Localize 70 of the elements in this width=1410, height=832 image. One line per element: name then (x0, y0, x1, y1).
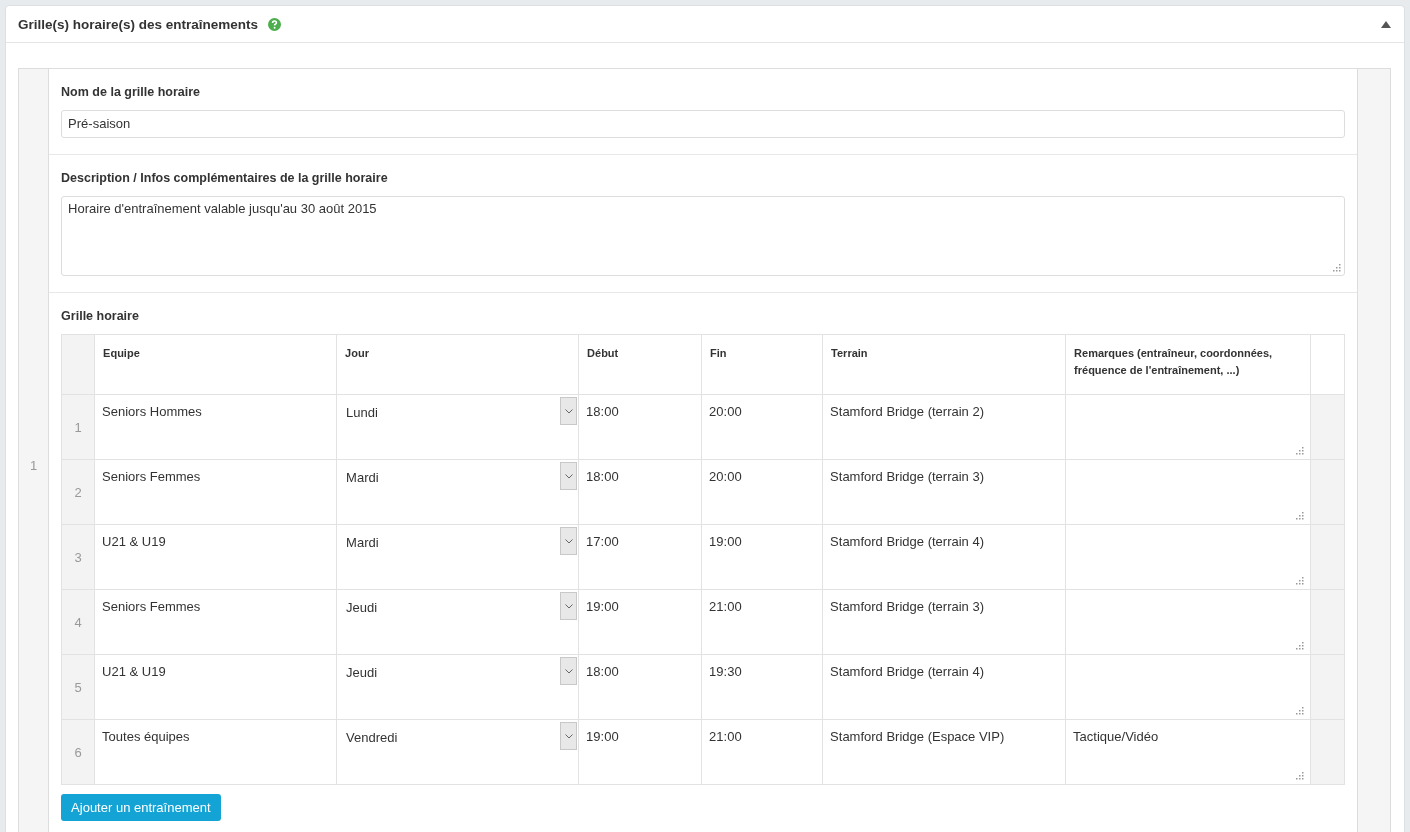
panel-title: Grille(s) horaire(s) des entraînements (18, 16, 259, 32)
help-icon[interactable] (268, 17, 282, 31)
textarea-cell[interactable] (1065, 524, 1311, 590)
table-cell[interactable]: 18:00 (578, 459, 702, 525)
table-cell[interactable]: 19:00 (701, 524, 823, 590)
textarea-cell[interactable] (1065, 654, 1311, 720)
table-cell[interactable]: Seniors Femmes (94, 589, 337, 655)
row-number: 5 (61, 654, 95, 720)
table-cell[interactable]: 20:00 (701, 459, 823, 525)
row-gutter (1310, 654, 1345, 720)
field-label: Grille horaire (61, 309, 140, 323)
row-gutter (1310, 394, 1345, 460)
table-cell[interactable]: U21 & U19 (94, 524, 337, 590)
day-dropdown[interactable]: Lundi (336, 394, 579, 460)
table-cell[interactable]: 19:30 (701, 654, 823, 720)
row-number: 1 (29, 457, 38, 473)
column-header: Fin (701, 334, 823, 395)
textarea-cell[interactable]: Tactique/Vidéo (1065, 719, 1311, 785)
resize-grip-icon[interactable] (1333, 264, 1342, 272)
table-cell[interactable]: 19:00 (578, 719, 702, 785)
row-gutter (1310, 589, 1345, 655)
row-gutter (1310, 719, 1345, 785)
column-header: Début (578, 334, 702, 395)
input-field[interactable]: Pré-saison (61, 110, 1346, 138)
table-cell[interactable]: Stamford Bridge (terrain 3) (822, 459, 1066, 525)
row-gutter (1310, 524, 1345, 590)
table-cell[interactable]: Toutes équipes (94, 719, 337, 785)
day-dropdown[interactable]: Jeudi (336, 654, 579, 720)
resize-grip-icon[interactable] (1296, 447, 1305, 455)
row-number: 6 (61, 719, 95, 785)
row-gutter (1310, 459, 1345, 525)
table-cell[interactable]: U21 & U19 (94, 654, 337, 720)
table-cell[interactable]: 21:00 (701, 589, 823, 655)
row-number: 2 (61, 459, 95, 525)
day-dropdown[interactable]: Mardi (336, 524, 579, 590)
textarea-cell[interactable] (1065, 589, 1311, 655)
textarea-cell[interactable] (1065, 394, 1311, 460)
row-number: 3 (61, 524, 95, 590)
field-label: Description / Infos complémentaires de la grille horaire (61, 171, 389, 185)
table-cell[interactable]: 17:00 (578, 524, 702, 590)
table-cell[interactable]: 18:00 (578, 654, 702, 720)
column-header: Terrain (822, 334, 1066, 395)
day-dropdown[interactable]: Jeudi (336, 589, 579, 655)
resize-grip-icon[interactable] (1296, 642, 1305, 650)
table-cell[interactable]: Stamford Bridge (terrain 4) (822, 524, 1066, 590)
table-cell[interactable]: Seniors Hommes (94, 394, 337, 460)
field-label: Nom de la grille horaire (61, 85, 202, 99)
table-cell[interactable]: 18:00 (578, 394, 702, 460)
table-cell[interactable]: Stamford Bridge (Espace VIP) (822, 719, 1066, 785)
day-dropdown[interactable]: Vendredi (336, 719, 579, 785)
table-cell[interactable]: Stamford Bridge (terrain 3) (822, 589, 1066, 655)
textarea-field[interactable]: Horaire d'entraînement valable jusqu'au 30 août 2015 (61, 196, 1346, 276)
resize-grip-icon[interactable] (1296, 577, 1305, 585)
table-cell[interactable]: 19:00 (578, 589, 702, 655)
table-cell[interactable]: Seniors Femmes (94, 459, 337, 525)
table-cell[interactable]: Stamford Bridge (terrain 2) (822, 394, 1066, 460)
row-number: 1 (61, 394, 95, 460)
resize-grip-icon[interactable] (1296, 772, 1305, 780)
table-cell[interactable]: Stamford Bridge (terrain 4) (822, 654, 1066, 720)
resize-grip-icon[interactable] (1296, 512, 1305, 520)
table-cell[interactable]: 20:00 (701, 394, 823, 460)
column-header: Remarques (entraîneur, coordonnées, fréquence de l'entraînement, ...) (1065, 334, 1311, 395)
resize-grip-icon[interactable] (1296, 707, 1305, 715)
table-cell[interactable]: 21:00 (701, 719, 823, 785)
day-dropdown[interactable]: Mardi (336, 459, 579, 525)
column-header: Jour (336, 334, 579, 395)
column-header: Equipe (94, 334, 337, 395)
row-number: 4 (61, 589, 95, 655)
textarea-cell[interactable] (1065, 459, 1311, 525)
collapse-icon[interactable] (1381, 20, 1391, 28)
